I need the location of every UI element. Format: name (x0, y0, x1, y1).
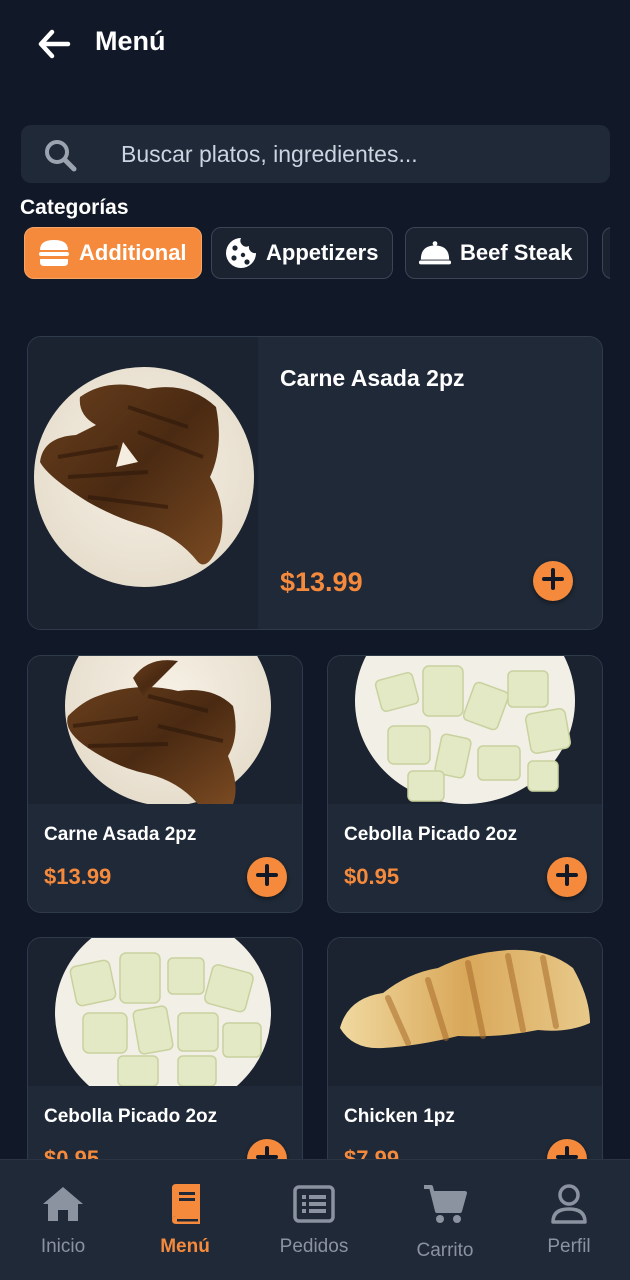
cloche-icon (418, 236, 452, 270)
add-to-cart-button[interactable] (247, 857, 287, 897)
cart-icon (421, 1180, 469, 1228)
carne-asada-image (28, 656, 302, 804)
nav-label: Menú (160, 1236, 210, 1257)
search-icon (43, 138, 77, 172)
product-name: Carne Asada 2pz (44, 824, 197, 845)
header: Menú (0, 0, 630, 90)
category-chip-partial[interactable] (602, 227, 610, 279)
category-chip-beef-steak[interactable]: Beef Steak (405, 227, 588, 279)
product-card[interactable]: Cebolla Picado 2oz $0.95 (27, 937, 303, 1195)
menu-screen: Menú Categorías Additional (0, 0, 630, 1280)
category-chip-label: Beef Steak (460, 240, 573, 265)
category-chips[interactable]: Additional Appetizers Beef Steak (0, 227, 610, 281)
nav-item-menu[interactable]: Menú (122, 1160, 248, 1280)
page-title: Menú (95, 26, 166, 56)
list-icon (290, 1180, 338, 1228)
category-chip-additional[interactable]: Additional (24, 227, 202, 279)
product-name: Chicken 1pz (344, 1106, 455, 1127)
carne-asada-image (28, 337, 258, 629)
user-icon (545, 1180, 593, 1228)
product-card[interactable]: Cebolla Picado 2oz $0.95 (327, 655, 603, 913)
category-chip-label: Appetizers (266, 240, 379, 265)
product-price: $13.99 (280, 567, 363, 597)
burger-icon (37, 236, 71, 270)
add-to-cart-button[interactable] (547, 857, 587, 897)
product-card[interactable]: Carne Asada 2pz $13.99 (27, 655, 303, 913)
plus-icon (256, 863, 278, 891)
add-to-cart-button[interactable] (533, 561, 573, 601)
nav-item-perfil[interactable]: Perfil (506, 1160, 630, 1280)
grilled-chicken-image (328, 938, 602, 1086)
search-bar[interactable] (21, 125, 610, 183)
book-icon (161, 1180, 209, 1228)
product-name: Cebolla Picado 2oz (44, 1106, 218, 1127)
search-input[interactable] (121, 125, 591, 183)
category-chip-appetizers[interactable]: Appetizers (211, 227, 394, 279)
product-name: Carne Asada 2pz (280, 365, 465, 391)
cookie-icon (224, 236, 258, 270)
category-chip-label: Additional (79, 240, 187, 265)
nav-label: Pedidos (279, 1236, 349, 1257)
nav-label: Inicio (40, 1236, 86, 1257)
chopped-onion-image (28, 938, 302, 1086)
product-price: $0.95 (344, 864, 400, 889)
product-card[interactable]: Chicken 1pz $7.99 (327, 937, 603, 1195)
bottom-navigation: Inicio Menú Pedidos Carrito Perfil (0, 1159, 630, 1280)
categories-title: Categorías (20, 196, 129, 219)
nav-item-inicio[interactable]: Inicio (0, 1160, 126, 1280)
nav-item-carrito[interactable]: Carrito (382, 1160, 508, 1280)
nav-label: Perfil (547, 1236, 591, 1257)
plus-icon (556, 863, 578, 891)
featured-product-card[interactable]: Carne Asada 2pz $13.99 (27, 336, 603, 630)
nav-label: Carrito (416, 1240, 474, 1261)
home-icon (39, 1180, 87, 1228)
plus-icon (542, 567, 564, 595)
back-arrow-icon[interactable] (34, 24, 74, 64)
chopped-onion-image (328, 656, 602, 804)
nav-item-pedidos[interactable]: Pedidos (251, 1160, 377, 1280)
product-name: Cebolla Picado 2oz (344, 824, 518, 845)
product-price: $13.99 (44, 864, 112, 889)
